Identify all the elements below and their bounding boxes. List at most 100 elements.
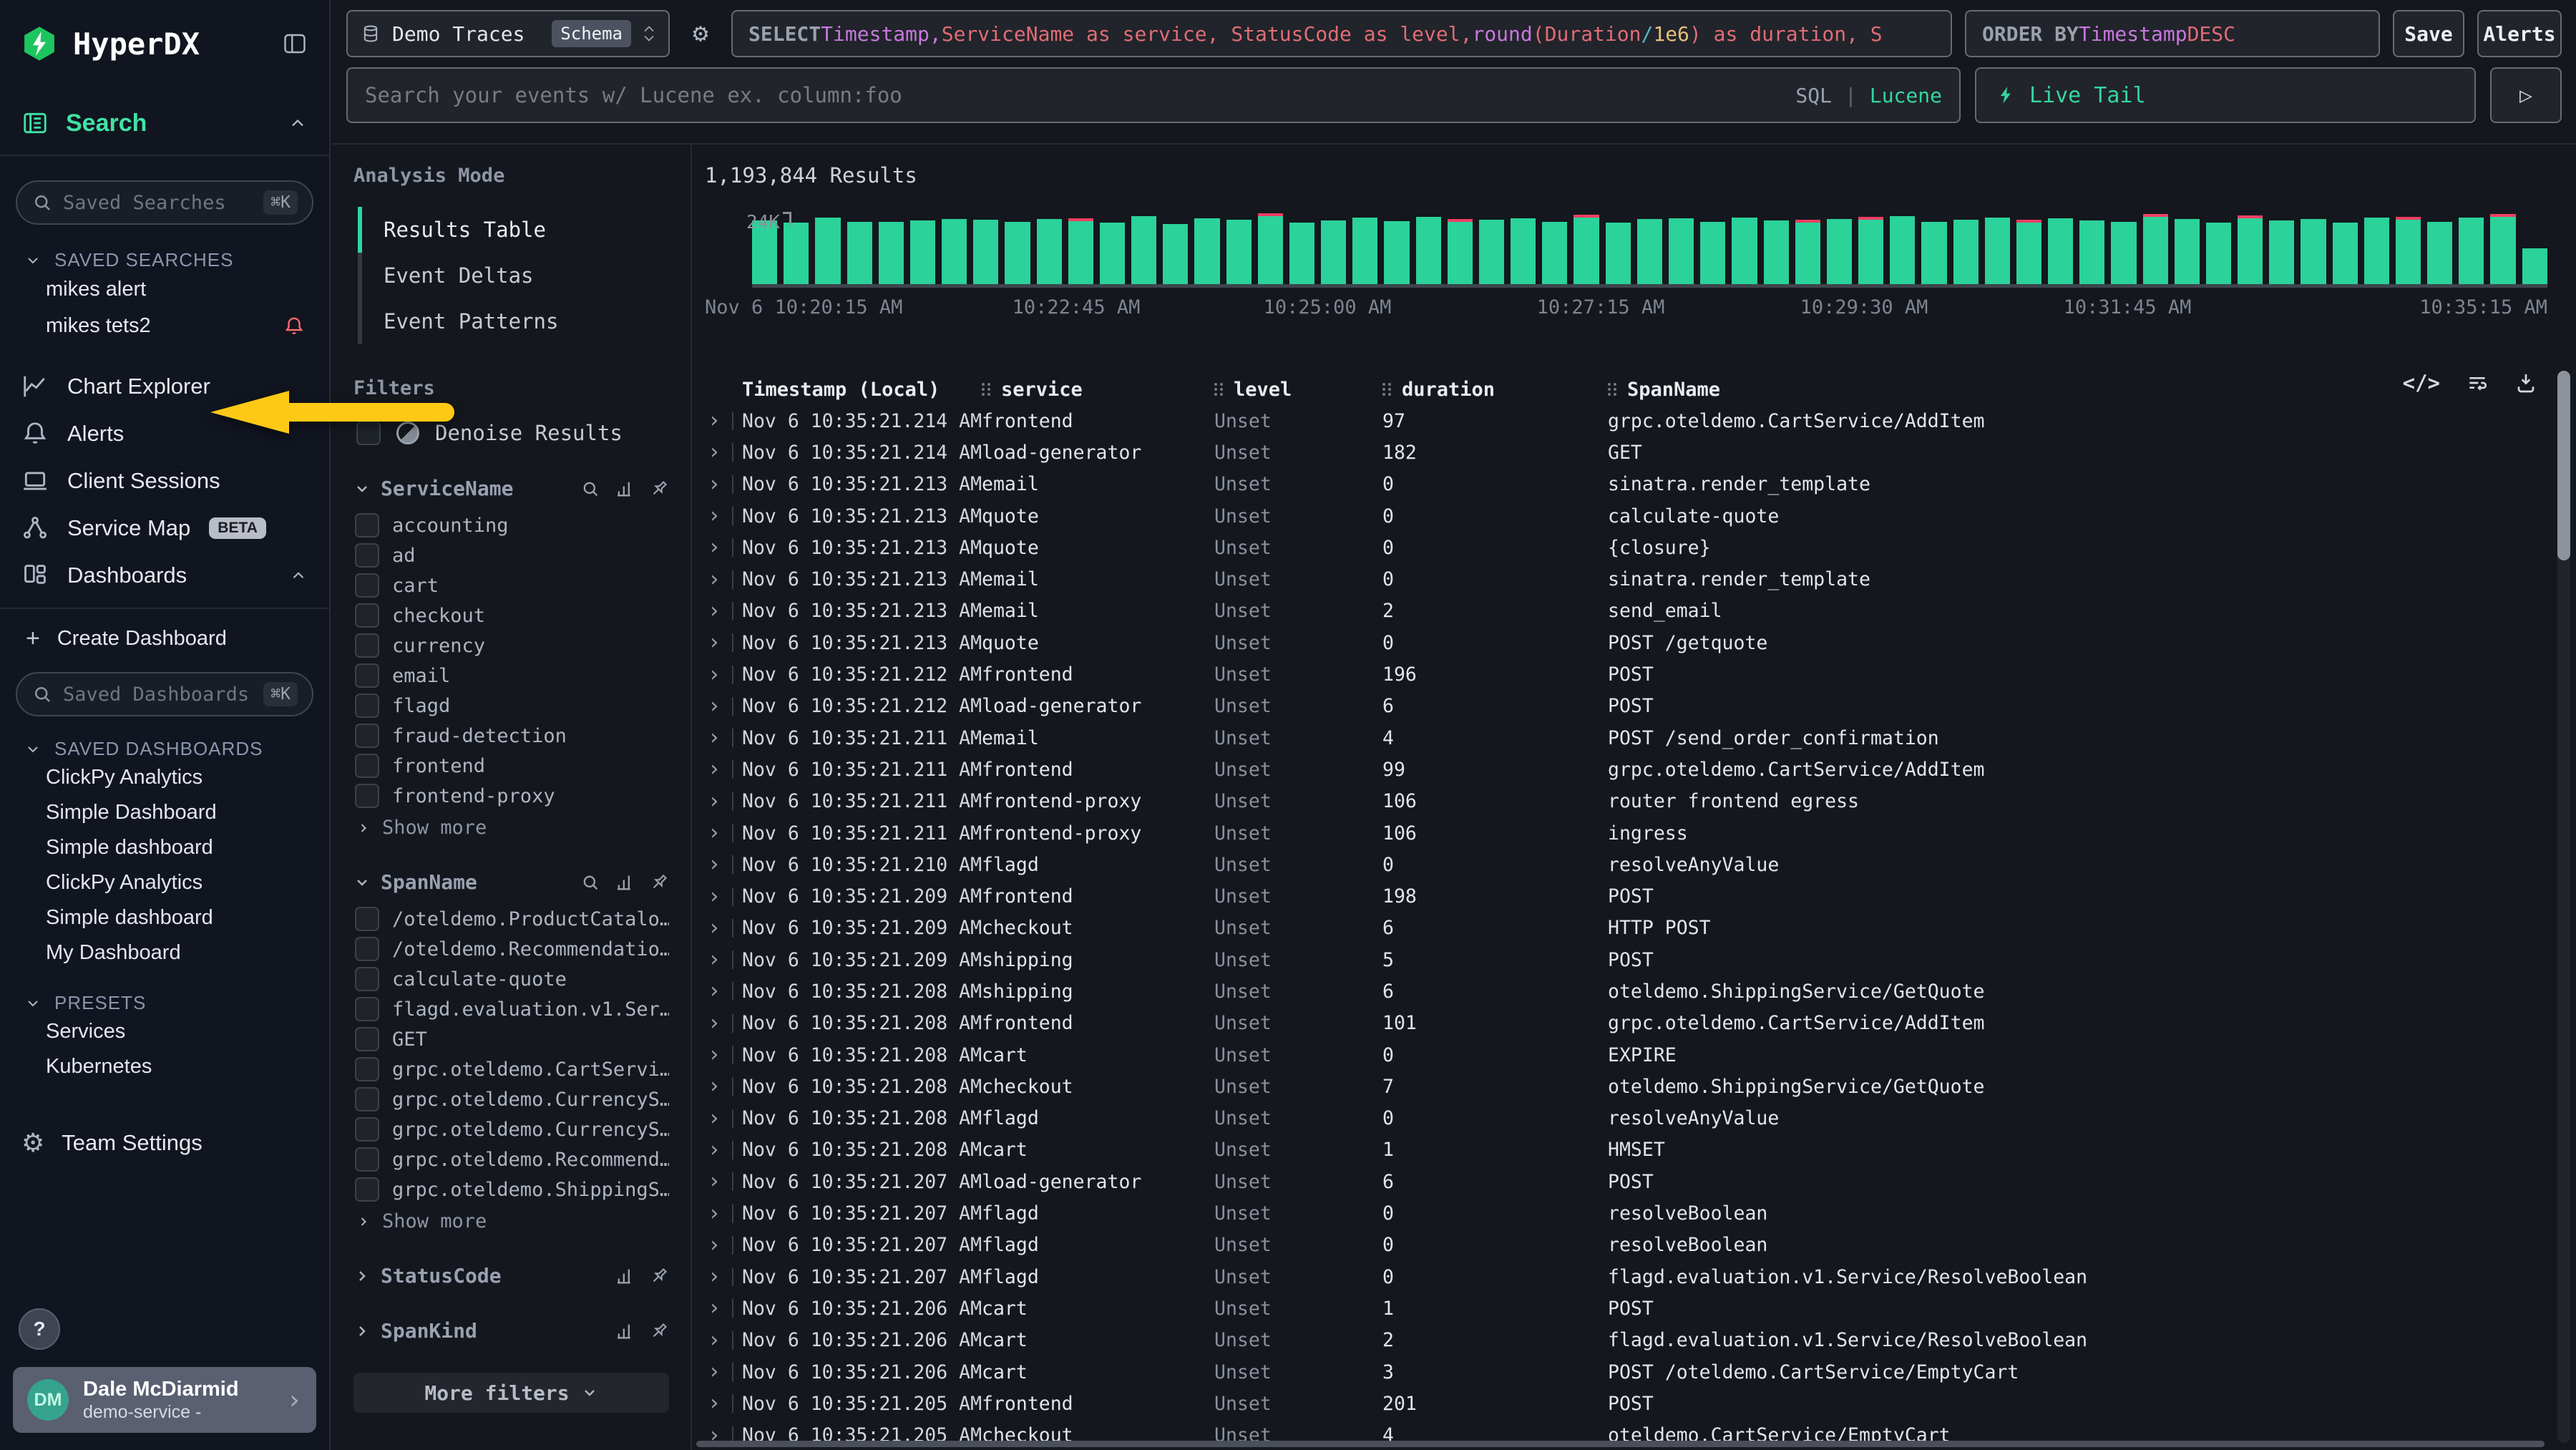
servicename-filter-item[interactable]: currency bbox=[353, 631, 669, 661]
histogram-bar[interactable] bbox=[1068, 221, 1093, 284]
wrap-lines-icon[interactable] bbox=[2466, 371, 2489, 394]
histogram-bar[interactable] bbox=[1005, 222, 1030, 284]
table-row[interactable]: ›Nov 6 10:35:21.211 AMfrontend-proxyUnse… bbox=[692, 786, 2552, 817]
search-icon[interactable] bbox=[580, 872, 600, 892]
filter-checkbox[interactable] bbox=[355, 513, 379, 537]
sidebar-item-dashboards[interactable]: Dashboards bbox=[0, 552, 329, 599]
table-row[interactable]: ›Nov 6 10:35:21.211 AMfrontend-proxyUnse… bbox=[692, 817, 2552, 849]
histogram-bar[interactable] bbox=[1163, 224, 1188, 284]
preset-item[interactable]: Services bbox=[0, 1014, 329, 1049]
row-expand-chevron[interactable]: › bbox=[692, 918, 742, 939]
histogram-bar[interactable] bbox=[973, 220, 998, 284]
histogram-bar[interactable] bbox=[1921, 222, 1946, 284]
filter-checkbox[interactable] bbox=[355, 997, 379, 1021]
filter-checkbox[interactable] bbox=[355, 967, 379, 991]
filter-checkbox[interactable] bbox=[355, 573, 379, 598]
histogram-bar[interactable] bbox=[1416, 217, 1441, 284]
drag-handle-icon[interactable] bbox=[982, 383, 991, 396]
analysis-mode-results-table[interactable]: Results Table bbox=[362, 207, 669, 253]
saved-search-item[interactable]: mikes alert bbox=[0, 271, 329, 308]
table-row[interactable]: ›Nov 6 10:35:21.207 AMflagdUnset0resolve… bbox=[692, 1197, 2552, 1229]
filter-checkbox[interactable] bbox=[355, 1177, 379, 1202]
row-expand-chevron[interactable]: › bbox=[692, 727, 742, 749]
table-row[interactable]: ›Nov 6 10:35:21.209 AMcheckoutUnset6HTTP… bbox=[692, 913, 2552, 944]
drag-handle-icon[interactable] bbox=[1214, 383, 1224, 396]
table-row[interactable]: ›Nov 6 10:35:21.207 AMflagdUnset0resolve… bbox=[692, 1230, 2552, 1261]
saved-searches-searchbox[interactable]: ⌘K bbox=[16, 180, 313, 225]
table-row[interactable]: ›Nov 6 10:35:21.207 AMflagdUnset0flagd.e… bbox=[692, 1261, 2552, 1293]
histogram-bar[interactable] bbox=[1479, 220, 1504, 284]
histogram-bar[interactable] bbox=[1606, 223, 1631, 284]
row-expand-chevron[interactable]: › bbox=[692, 600, 742, 622]
row-expand-chevron[interactable]: › bbox=[692, 1361, 742, 1383]
filter-checkbox[interactable] bbox=[355, 937, 379, 961]
table-row[interactable]: ›Nov 6 10:35:21.206 AMcartUnset2flagd.ev… bbox=[692, 1325, 2552, 1356]
servicename-filter-item[interactable]: accounting bbox=[353, 510, 669, 540]
saved-dashboards-input[interactable] bbox=[63, 683, 253, 706]
show-more-services[interactable]: Show more bbox=[356, 817, 669, 839]
table-row[interactable]: ›Nov 6 10:35:21.213 AMemailUnset2send_em… bbox=[692, 595, 2552, 627]
histogram-bar[interactable] bbox=[2175, 219, 2200, 284]
column-header-timestamp-local-[interactable]: Timestamp (Local) bbox=[742, 379, 982, 401]
pin-icon[interactable] bbox=[649, 479, 669, 499]
histogram-bar[interactable] bbox=[1352, 218, 1377, 284]
row-expand-chevron[interactable]: › bbox=[692, 1330, 742, 1351]
more-filters-button[interactable]: More filters bbox=[353, 1373, 669, 1413]
spanname-filter-item[interactable]: grpc.oteldemo.CurrencyS… bbox=[353, 1114, 669, 1144]
row-expand-chevron[interactable]: › bbox=[692, 505, 742, 527]
save-button[interactable]: Save bbox=[2393, 10, 2464, 57]
vertical-scrollbar-thumb[interactable] bbox=[2557, 371, 2570, 560]
saved-searches-input[interactable] bbox=[63, 192, 253, 214]
saved-dashboard-item[interactable]: Simple dashboard bbox=[0, 830, 329, 865]
servicename-filter-item[interactable]: frontend-proxy bbox=[353, 781, 669, 811]
histogram-bar[interactable] bbox=[2238, 218, 2263, 284]
filter-group-servicename[interactable]: ServiceName bbox=[353, 477, 669, 500]
filter-checkbox[interactable] bbox=[355, 784, 379, 808]
table-row[interactable]: ›Nov 6 10:35:21.208 AMshippingUnset6otel… bbox=[692, 975, 2552, 1007]
spanname-filter-item[interactable]: /oteldemo.ProductCatalo… bbox=[353, 904, 669, 934]
table-row[interactable]: ›Nov 6 10:35:21.214 AMload-generatorUnse… bbox=[692, 437, 2552, 468]
row-expand-chevron[interactable]: › bbox=[692, 854, 742, 875]
sidebar-item-team-settings[interactable]: ⚙ Team Settings bbox=[0, 1130, 329, 1156]
spanname-filter-item[interactable]: grpc.oteldemo.CartServi… bbox=[353, 1054, 669, 1084]
table-row[interactable]: ›Nov 6 10:35:21.208 AMflagdUnset0resolve… bbox=[692, 1103, 2552, 1134]
filter-group-spanname[interactable]: SpanName bbox=[353, 870, 669, 894]
row-expand-chevron[interactable]: › bbox=[692, 474, 742, 495]
histogram-bar[interactable] bbox=[879, 222, 904, 284]
filter-checkbox[interactable] bbox=[355, 543, 379, 568]
row-expand-chevron[interactable]: › bbox=[692, 1108, 742, 1129]
table-row[interactable]: ›Nov 6 10:35:21.213 AMquoteUnset0calcula… bbox=[692, 500, 2552, 532]
show-more-spans[interactable]: Show more bbox=[356, 1210, 669, 1232]
sidebar-item-client-sessions[interactable]: Client Sessions bbox=[0, 457, 329, 505]
histogram-bar[interactable] bbox=[2490, 217, 2515, 284]
filter-checkbox[interactable] bbox=[355, 663, 379, 688]
histogram-bar[interactable] bbox=[1321, 220, 1346, 284]
histogram-bar[interactable] bbox=[1827, 219, 1852, 284]
column-header-service[interactable]: service bbox=[982, 379, 1214, 401]
histogram-bar[interactable] bbox=[2269, 220, 2294, 284]
histogram-bar[interactable] bbox=[1574, 218, 1599, 284]
histogram-bar[interactable] bbox=[2396, 220, 2421, 284]
row-expand-chevron[interactable]: › bbox=[692, 1235, 742, 1256]
histogram-bar[interactable] bbox=[1700, 222, 1725, 284]
sql-select-input[interactable]: SELECT Timestamp, ServiceName as service… bbox=[731, 10, 1952, 57]
histogram-bar[interactable] bbox=[2016, 223, 2041, 284]
row-expand-chevron[interactable]: › bbox=[692, 632, 742, 653]
histogram-bar[interactable] bbox=[2364, 218, 2389, 284]
histogram-bar[interactable] bbox=[1448, 222, 1473, 284]
filter-checkbox[interactable] bbox=[355, 1087, 379, 1111]
saved-dashboard-item[interactable]: ClickPy Analytics bbox=[0, 760, 329, 795]
spanname-filter-item[interactable]: grpc.oteldemo.Recommend… bbox=[353, 1144, 669, 1174]
row-expand-chevron[interactable]: › bbox=[692, 1298, 742, 1319]
row-expand-chevron[interactable]: › bbox=[692, 442, 742, 463]
table-row[interactable]: ›Nov 6 10:35:21.213 AMemailUnset0sinatra… bbox=[692, 563, 2552, 595]
table-row[interactable]: ›Nov 6 10:35:21.213 AMemailUnset0sinatra… bbox=[692, 469, 2552, 500]
histogram-bar[interactable] bbox=[2301, 219, 2326, 284]
row-expand-chevron[interactable]: › bbox=[692, 791, 742, 812]
row-expand-chevron[interactable]: › bbox=[692, 759, 742, 780]
spanname-filter-item[interactable]: flagd.evaluation.v1.Ser… bbox=[353, 994, 669, 1024]
servicename-filter-item[interactable]: flagd bbox=[353, 691, 669, 721]
filter-checkbox[interactable] bbox=[355, 1057, 379, 1081]
table-row[interactable]: ›Nov 6 10:35:21.208 AMcartUnset0EXPIRE bbox=[692, 1039, 2552, 1071]
pin-icon[interactable] bbox=[649, 1321, 669, 1341]
